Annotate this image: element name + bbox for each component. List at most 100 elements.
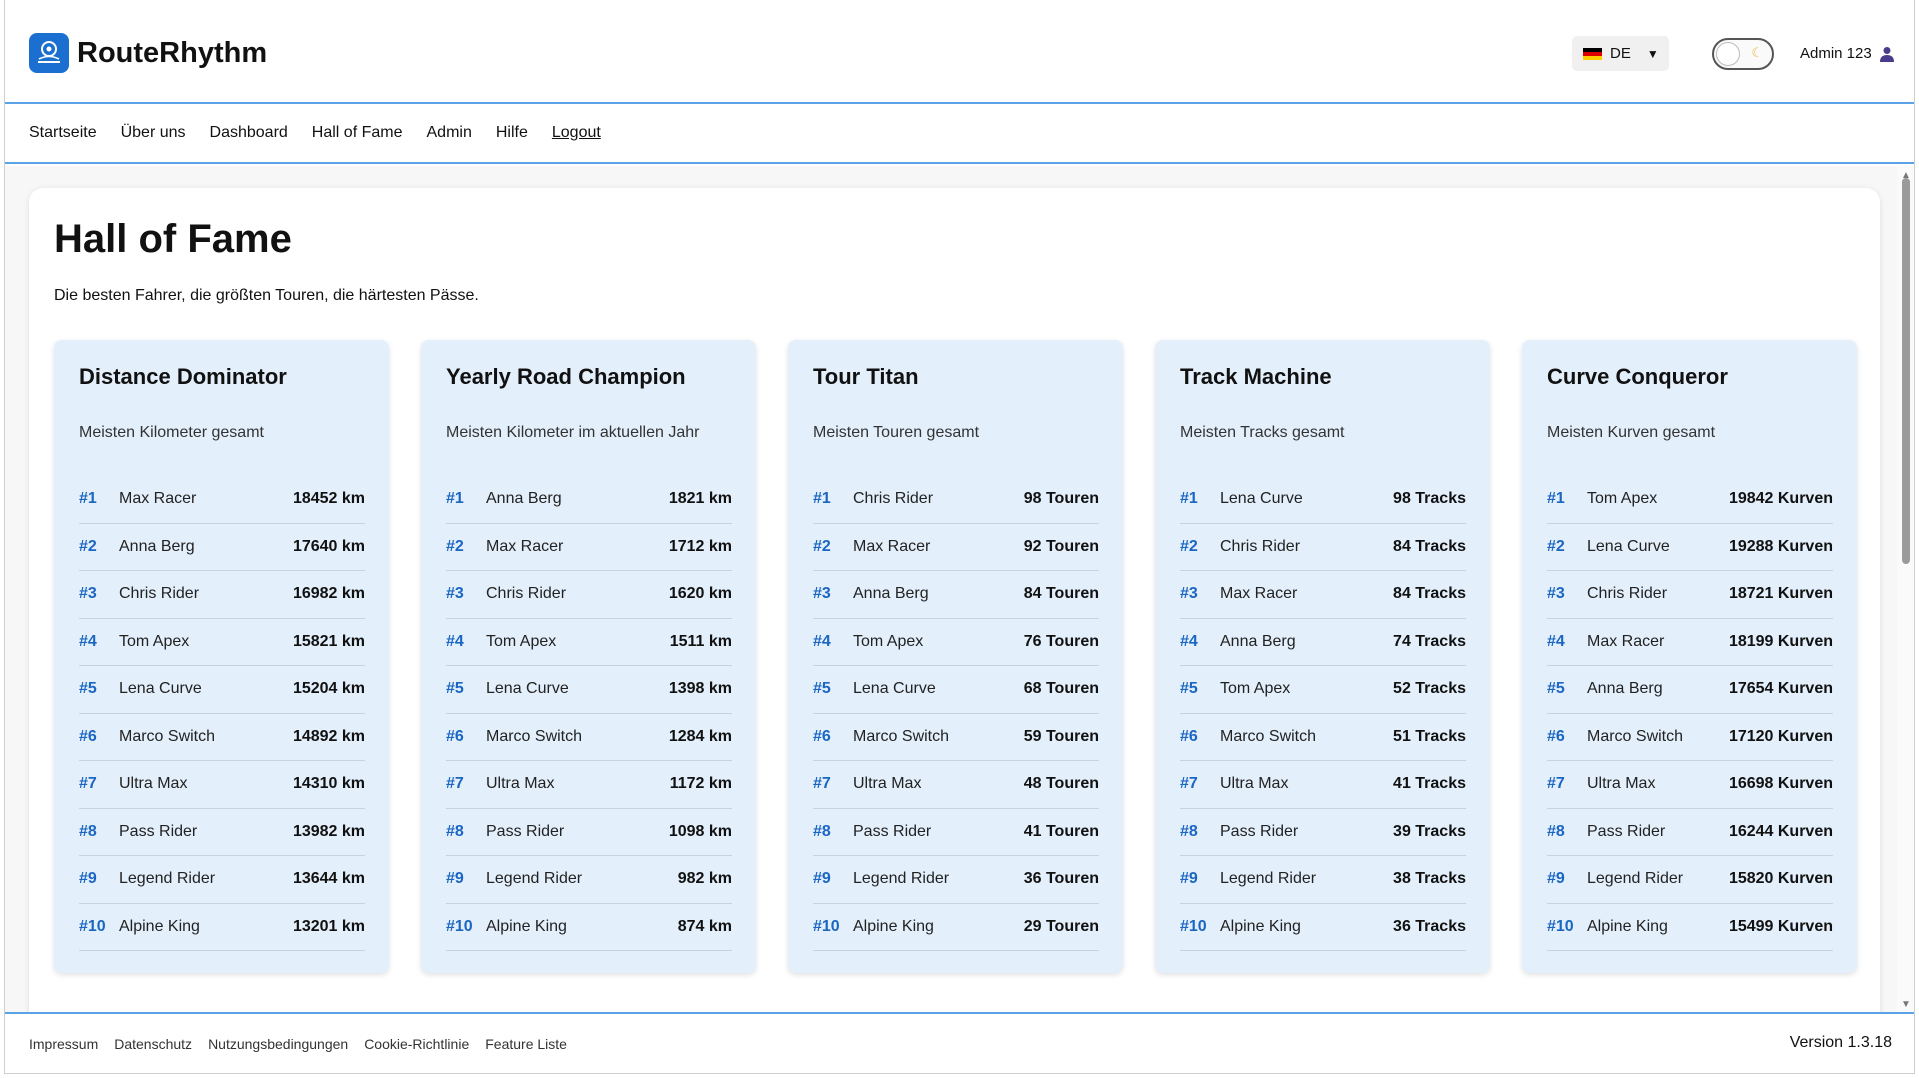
ranking-value: 51 Tracks [1393,727,1466,745]
card-title: Tour Titan [813,364,919,389]
ranking-row: #9 Legend Rider 38 Tracks [1180,856,1466,904]
ranking-row: #2 Anna Berg 17640 km [79,524,365,571]
ranking-list: #1 Anna Berg 1821 km #2 Max Racer 1712 km #3 Ch… [446,476,732,951]
rank-label: #10 [813,917,840,935]
ranking-value: 84 Tracks [1393,537,1466,555]
ranking-row: #7 Ultra Max 16698 Kurven [1547,761,1833,809]
nav-ueber-uns[interactable]: Über uns [121,124,186,142]
rank-label: #7 [1547,775,1565,793]
footer: Impressum Datenschutz Nutzungsbedingunge… [5,1012,1914,1073]
ranking-value: 14892 km [292,727,365,745]
scrollbar-thumb[interactable] [1902,178,1910,564]
nav-hilfe[interactable]: Hilfe [496,124,528,142]
nav-hall-of-fame[interactable]: Hall of Fame [312,124,403,142]
ranking-row: #6 Marco Switch 14892 km [79,714,365,761]
card-description: Meisten Touren gesamt [813,424,980,441]
ranking-value: 38 Tracks [1393,870,1466,888]
ranking-value: 13644 km [292,870,365,888]
rank-label: #1 [79,490,97,508]
ranking-value: 15499 Kurven [1728,917,1833,935]
rider-name: Marco Switch [1220,727,1317,745]
rider-name: Pass Rider [1587,822,1666,840]
leaderboard-card: Tour Titan Meisten Touren gesamt #1 Chris R… [788,340,1123,973]
footer-nutzungsbedingungen[interactable]: Nutzungsbedingungen [208,1036,348,1052]
ranking-value: 13982 km [292,822,365,840]
brand[interactable]: RouteRhythm [29,33,267,73]
rank-label: #10 [446,917,473,935]
ranking-row: #3 Chris Rider 16982 km [79,571,365,619]
ranking-value: 15204 km [292,680,365,698]
rank-label: #1 [813,490,831,508]
ranking-list: #1 Lena Curve 98 Tracks #2 Chris Rider 84 Tra… [1180,476,1466,951]
rank-label: #8 [446,822,464,840]
ranking-row: #4 Anna Berg 74 Tracks [1180,619,1466,666]
rider-name: Ultra Max [1587,775,1656,793]
rider-name: Legend Rider [119,870,216,888]
card-title: Curve Conqueror [1547,364,1728,389]
ranking-row: #8 Pass Rider 1098 km [446,809,732,856]
language-select[interactable]: DE ▼ [1572,36,1669,71]
ranking-value: 1620 km [668,585,732,603]
ranking-value: 19288 Kurven [1728,537,1833,555]
nav-logout[interactable]: Logout [552,124,601,142]
ranking-row: #2 Lena Curve 19288 Kurven [1547,524,1833,571]
rider-name: Chris Rider [1587,585,1668,603]
card-title: Yearly Road Champion [446,364,686,389]
ranking-list: #1 Tom Apex 19842 Kurven #2 Lena Curve 19288 … [1547,476,1833,951]
ranking-value: 36 Tracks [1393,917,1466,935]
ranking-value: 1821 km [668,490,732,508]
ranking-row: #4 Tom Apex 76 Touren [813,619,1099,666]
rider-name: Marco Switch [119,727,216,745]
rider-name: Ultra Max [119,775,188,793]
ranking-row: #4 Tom Apex 15821 km [79,619,365,666]
dark-mode-toggle[interactable]: ☾ [1712,38,1774,70]
rider-name: Tom Apex [1220,680,1291,698]
ranking-value: 14310 km [292,775,365,793]
user-icon [1879,46,1894,62]
rider-name: Alpine King [486,917,567,935]
ranking-value: 41 Touren [1023,822,1099,840]
footer-datenschutz[interactable]: Datenschutz [114,1036,192,1052]
ranking-value: 29 Touren [1023,917,1099,935]
rider-name: Legend Rider [1587,870,1684,888]
rider-name: Alpine King [1587,917,1668,935]
nav-dashboard[interactable]: Dashboard [210,124,288,142]
ranking-row: #2 Max Racer 92 Touren [813,524,1099,571]
footer-cookie-richtlinie[interactable]: Cookie-Richtlinie [364,1036,469,1052]
ranking-row: #1 Chris Rider 98 Touren [813,476,1099,524]
rank-label: #8 [1180,822,1198,840]
ranking-value: 19842 Kurven [1728,490,1833,508]
language-value: DE [1610,45,1631,62]
version-label: Version 1.3.18 [1789,1034,1892,1051]
ranking-value: 1712 km [668,537,732,555]
rank-label: #1 [446,490,464,508]
rider-name: Legend Rider [853,870,950,888]
rank-label: #9 [813,870,831,888]
nav-startseite[interactable]: Startseite [29,124,97,142]
ranking-row: #5 Anna Berg 17654 Kurven [1547,666,1833,714]
rank-label: #10 [1180,917,1207,935]
footer-impressum[interactable]: Impressum [29,1036,98,1052]
rank-label: #3 [446,585,464,603]
rider-name: Ultra Max [853,775,922,793]
ranking-row: #6 Marco Switch 17120 Kurven [1547,714,1833,761]
ranking-value: 16982 km [292,585,365,603]
rank-label: #2 [79,537,97,555]
rank-label: #3 [79,585,97,603]
rank-label: #4 [813,632,831,650]
footer-feature-liste[interactable]: Feature Liste [485,1036,567,1052]
user-menu[interactable]: Admin 123 [1800,45,1894,62]
ranking-row: #6 Marco Switch 1284 km [446,714,732,761]
ranking-value: 1398 km [668,680,732,698]
ranking-value: 17640 km [292,537,365,555]
scroll-down-icon[interactable]: ▼ [1901,999,1911,1010]
header: RouteRhythm DE ▼ ☾ Admin 123 [5,0,1914,104]
user-name: Admin 123 [1800,45,1872,62]
rank-label: #9 [1180,870,1198,888]
rank-label: #4 [1547,632,1565,650]
ranking-value: 59 Touren [1023,727,1099,745]
vertical-scrollbar[interactable]: ▲ ▼ [1897,166,1914,1012]
nav-admin[interactable]: Admin [427,124,472,142]
ranking-value: 84 Tracks [1393,585,1466,603]
ranking-row: #9 Legend Rider 15820 Kurven [1547,856,1833,904]
